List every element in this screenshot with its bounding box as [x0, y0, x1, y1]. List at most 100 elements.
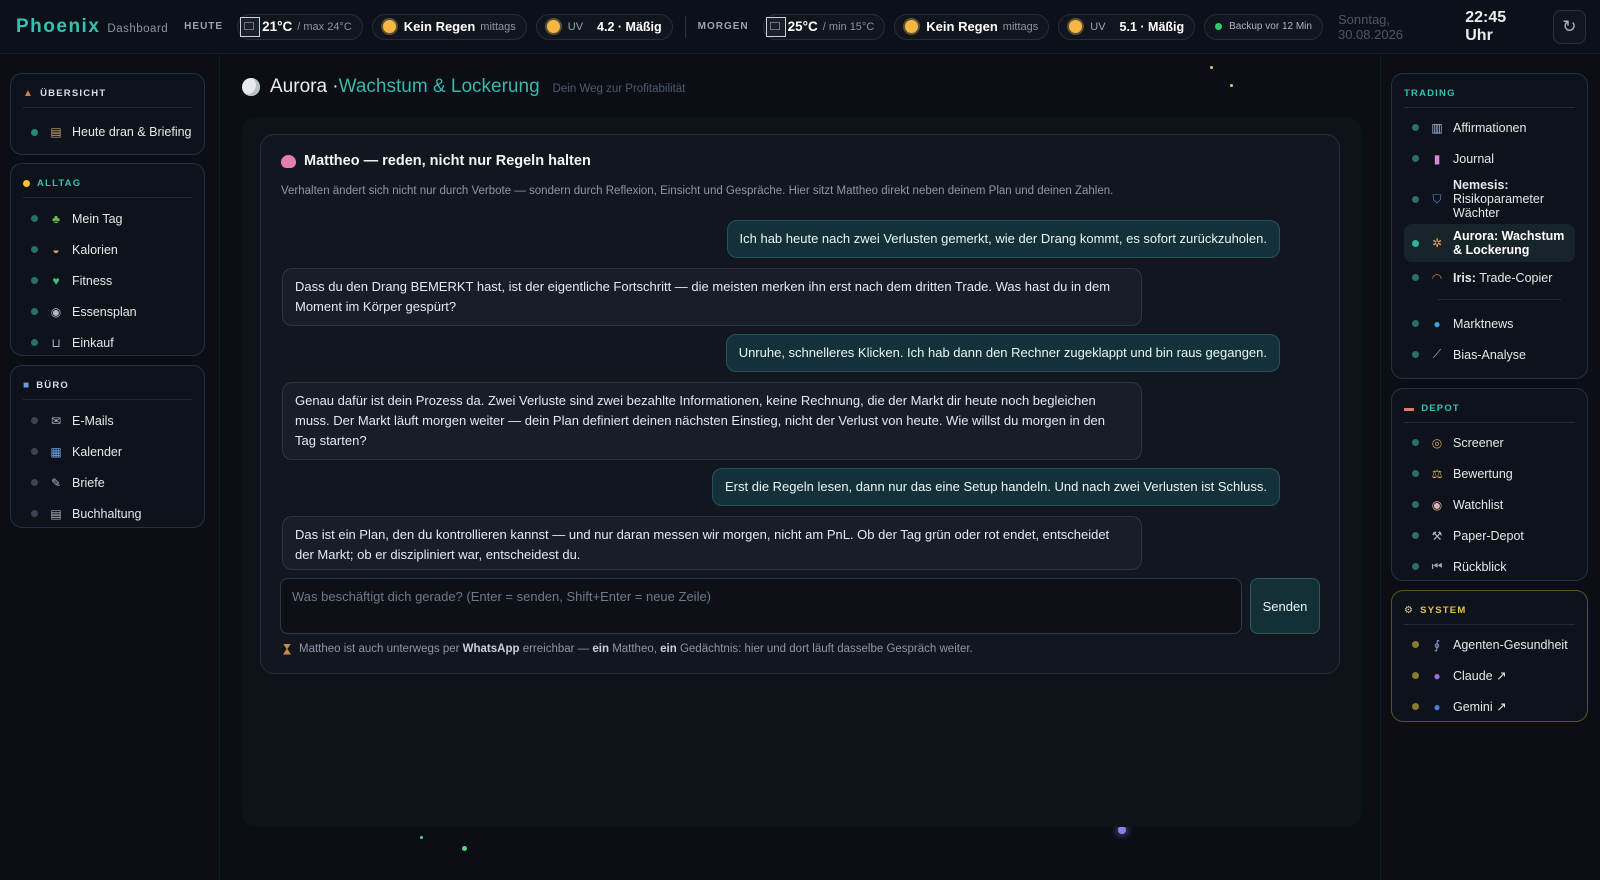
refresh-button[interactable]: ↻ — [1552, 9, 1586, 44]
trend-icon: ⟋ — [1432, 347, 1442, 361]
sidebar-item-label: Journal — [1453, 151, 1494, 166]
nav-dot — [31, 308, 38, 315]
compass-icon: ✲ — [1431, 236, 1443, 250]
uv-label: UV — [1090, 20, 1106, 33]
sun-icon — [546, 20, 560, 33]
scale-icon: ⚖ — [1431, 466, 1443, 481]
nav-dot — [1412, 320, 1419, 327]
chat-message-user: Ich hab heute nach zwei Verlusten gemerk… — [726, 220, 1280, 258]
chat-message-assistant: Dass du den Drang BEMERKT hast, ist der … — [282, 268, 1142, 326]
page-title: Aurora · Wachstum & Lockerung Dein Weg z… — [242, 76, 685, 98]
book-icon: ▥ — [1431, 120, 1443, 135]
nav-dot — [31, 339, 38, 346]
sidebar-item-fitness[interactable]: ♥ Fitness — [23, 265, 192, 296]
hourglass-icon — [283, 643, 291, 655]
sidebar-item-label: Marktnews — [1453, 316, 1514, 331]
tomorrow-rain-time: mittags — [1002, 20, 1039, 33]
sidebar-item-buchhaltung[interactable]: ▤ Buchhaltung — [23, 498, 192, 529]
nav-dot — [1412, 439, 1419, 446]
sidebar-item-kalender[interactable]: ▦ Kalender — [23, 436, 192, 467]
letter-icon: ✎ — [50, 475, 62, 490]
sidebar-item-label: Briefe — [72, 475, 105, 490]
clipboard-icon: ▤ — [50, 124, 62, 139]
sidebar-item-watchlist[interactable]: ◉ Watchlist — [1404, 489, 1575, 520]
chat-input[interactable] — [281, 579, 1241, 633]
sidebar-item-kalorien[interactable]: ◒ Kalorien — [23, 234, 192, 265]
sidebar-item-label: Kalorien — [72, 242, 118, 257]
nav-dot — [1412, 274, 1419, 281]
sidebar-item-label: Fitness — [72, 273, 113, 288]
sun-icon — [1069, 20, 1083, 33]
system-header: ⚙ SYSTEM — [1404, 597, 1575, 625]
sidebar-item-nemesis[interactable]: ⛉ Nemesis: Risikoparameter Wächter — [1404, 174, 1575, 224]
brain-icon — [281, 154, 296, 168]
nav-dot — [31, 448, 38, 455]
sidebar-item-label-rest: Trade-Copier — [1479, 270, 1553, 285]
weather-image-icon — [765, 16, 786, 37]
sidebar-item-label: Gemini ↗ — [1453, 700, 1507, 714]
sidebar-item-einkauf[interactable]: ⊔ Einkauf — [23, 327, 192, 358]
chat-title-text: Mattheo — reden, nicht nur Regeln halten — [304, 153, 591, 169]
overview-panel: ▲ ÜBERSICHT ▤ Heute dran & Briefing — [10, 73, 205, 155]
sidebar-item-label: Screener — [1453, 435, 1504, 450]
sidebar-item-briefe[interactable]: ✎ Briefe — [23, 467, 192, 498]
rewind-icon: ⏮ — [1431, 559, 1443, 573]
sidebar-item-label: Essensplan — [72, 304, 137, 319]
sidebar-item-screener[interactable]: ◎ Screener — [1404, 427, 1575, 458]
sidebar-item-marktnews[interactable]: ● Marktnews — [1404, 308, 1575, 339]
sidebar-item-label: Aurora: Wachstum & Lockerung — [1453, 229, 1565, 257]
sidebar-item-essensplan[interactable]: ◉ Essensplan — [23, 296, 192, 327]
eye-icon: ◉ — [1431, 497, 1443, 512]
trading-panel: TRADING ▥ Affirmationen ▮ Journal ⛉ Neme… — [1391, 73, 1588, 379]
background-star — [1210, 66, 1213, 69]
chat-message-assistant: Genau dafür ist dein Prozess da. Zwei Ve… — [282, 382, 1142, 460]
top-bar: Phoenix Dashboard HEUTE 21°C / max 24°C … — [0, 0, 1600, 54]
sidebar-item-agenten-gesundheit[interactable]: ∮ Agenten-Gesundheit — [1404, 629, 1575, 660]
send-button[interactable]: Senden — [1250, 578, 1320, 634]
sidebar-item-briefing[interactable]: ▤ Heute dran & Briefing — [23, 113, 192, 151]
today-temp-max: / max 24°C — [297, 20, 352, 33]
sidebar-item-aurora[interactable]: ✲ Aurora: Wachstum & Lockerung — [1404, 224, 1575, 262]
whatsapp-note-text: Mattheo ist auch unterwegs per WhatsApp … — [299, 643, 973, 655]
sun-icon — [382, 20, 396, 33]
sidebar-item-claude[interactable]: ● Claude ↗ — [1404, 660, 1575, 691]
today-uv-value: 4.2 · Mäßig — [597, 19, 662, 34]
shield-icon: ⛉ — [1432, 192, 1442, 206]
background-star — [1230, 84, 1233, 87]
sidebar-item-affirmationen[interactable]: ▥ Affirmationen — [1404, 112, 1575, 143]
status-dot-icon — [1215, 23, 1223, 30]
sidebar-item-label: Nemesis: Risikoparameter Wächter — [1453, 178, 1575, 220]
tomorrow-rain: Kein Regen mittags — [894, 13, 1050, 40]
depot-panel: ▬ DEPOT ◎ Screener ⚖ Bewertung ◉ Watchli… — [1391, 388, 1588, 581]
nav-dot — [1412, 351, 1419, 358]
sidebar-item-journal[interactable]: ▮ Journal — [1404, 143, 1575, 174]
chart-icon: ▮ — [1433, 151, 1441, 166]
sidebar-item-bias-analyse[interactable]: ⟋ Bias-Analyse — [1404, 339, 1575, 370]
gear-icon: ⚙ — [1404, 605, 1415, 616]
right-sidebar: TRADING ▥ Affirmationen ▮ Journal ⛉ Neme… — [1380, 55, 1600, 880]
sidebar-item-bewertung[interactable]: ⚖ Bewertung — [1404, 458, 1575, 489]
sidebar-item-rueckblick[interactable]: ⏮ Rückblick — [1404, 551, 1575, 582]
buero-title: BÜRO — [36, 380, 70, 391]
page-subtitle: Dein Weg zur Profitabilität — [552, 83, 686, 95]
sidebar-item-label: Mein Tag — [72, 211, 123, 226]
sidebar-item-gemini[interactable]: ● Gemini ↗ — [1404, 691, 1575, 722]
overview-title: ÜBERSICHT — [40, 88, 107, 99]
chat-input-container — [280, 578, 1242, 634]
brand[interactable]: Phoenix Dashboard — [16, 16, 168, 38]
today-uv: UV 4.2 · Mäßig — [535, 13, 673, 40]
sidebar-item-label: Bias-Analyse — [1453, 347, 1526, 362]
sun-icon — [905, 20, 919, 33]
chat-message-assistant: Das ist ein Plan, den du kontrollieren k… — [282, 516, 1142, 570]
sidebar-item-label: Iris: Trade-Copier — [1453, 271, 1552, 285]
nav-dot — [31, 417, 38, 424]
nav-dot — [1412, 470, 1419, 477]
sidebar-item-mein-tag[interactable]: ♣ Mein Tag — [23, 203, 192, 234]
sidebar-item-paper-depot[interactable]: ⚒ Paper-Depot — [1404, 520, 1575, 551]
sidebar-item-iris[interactable]: ◠ Iris: Trade-Copier — [1404, 262, 1575, 293]
tomorrow-temp-value: 25°C — [787, 19, 818, 34]
sidebar-item-label: Agenten-Gesundheit — [1453, 637, 1568, 652]
ledger-icon: ▤ — [50, 506, 62, 521]
sidebar-item-emails[interactable]: ✉ E-Mails — [23, 405, 192, 436]
nav-dot — [31, 510, 38, 517]
